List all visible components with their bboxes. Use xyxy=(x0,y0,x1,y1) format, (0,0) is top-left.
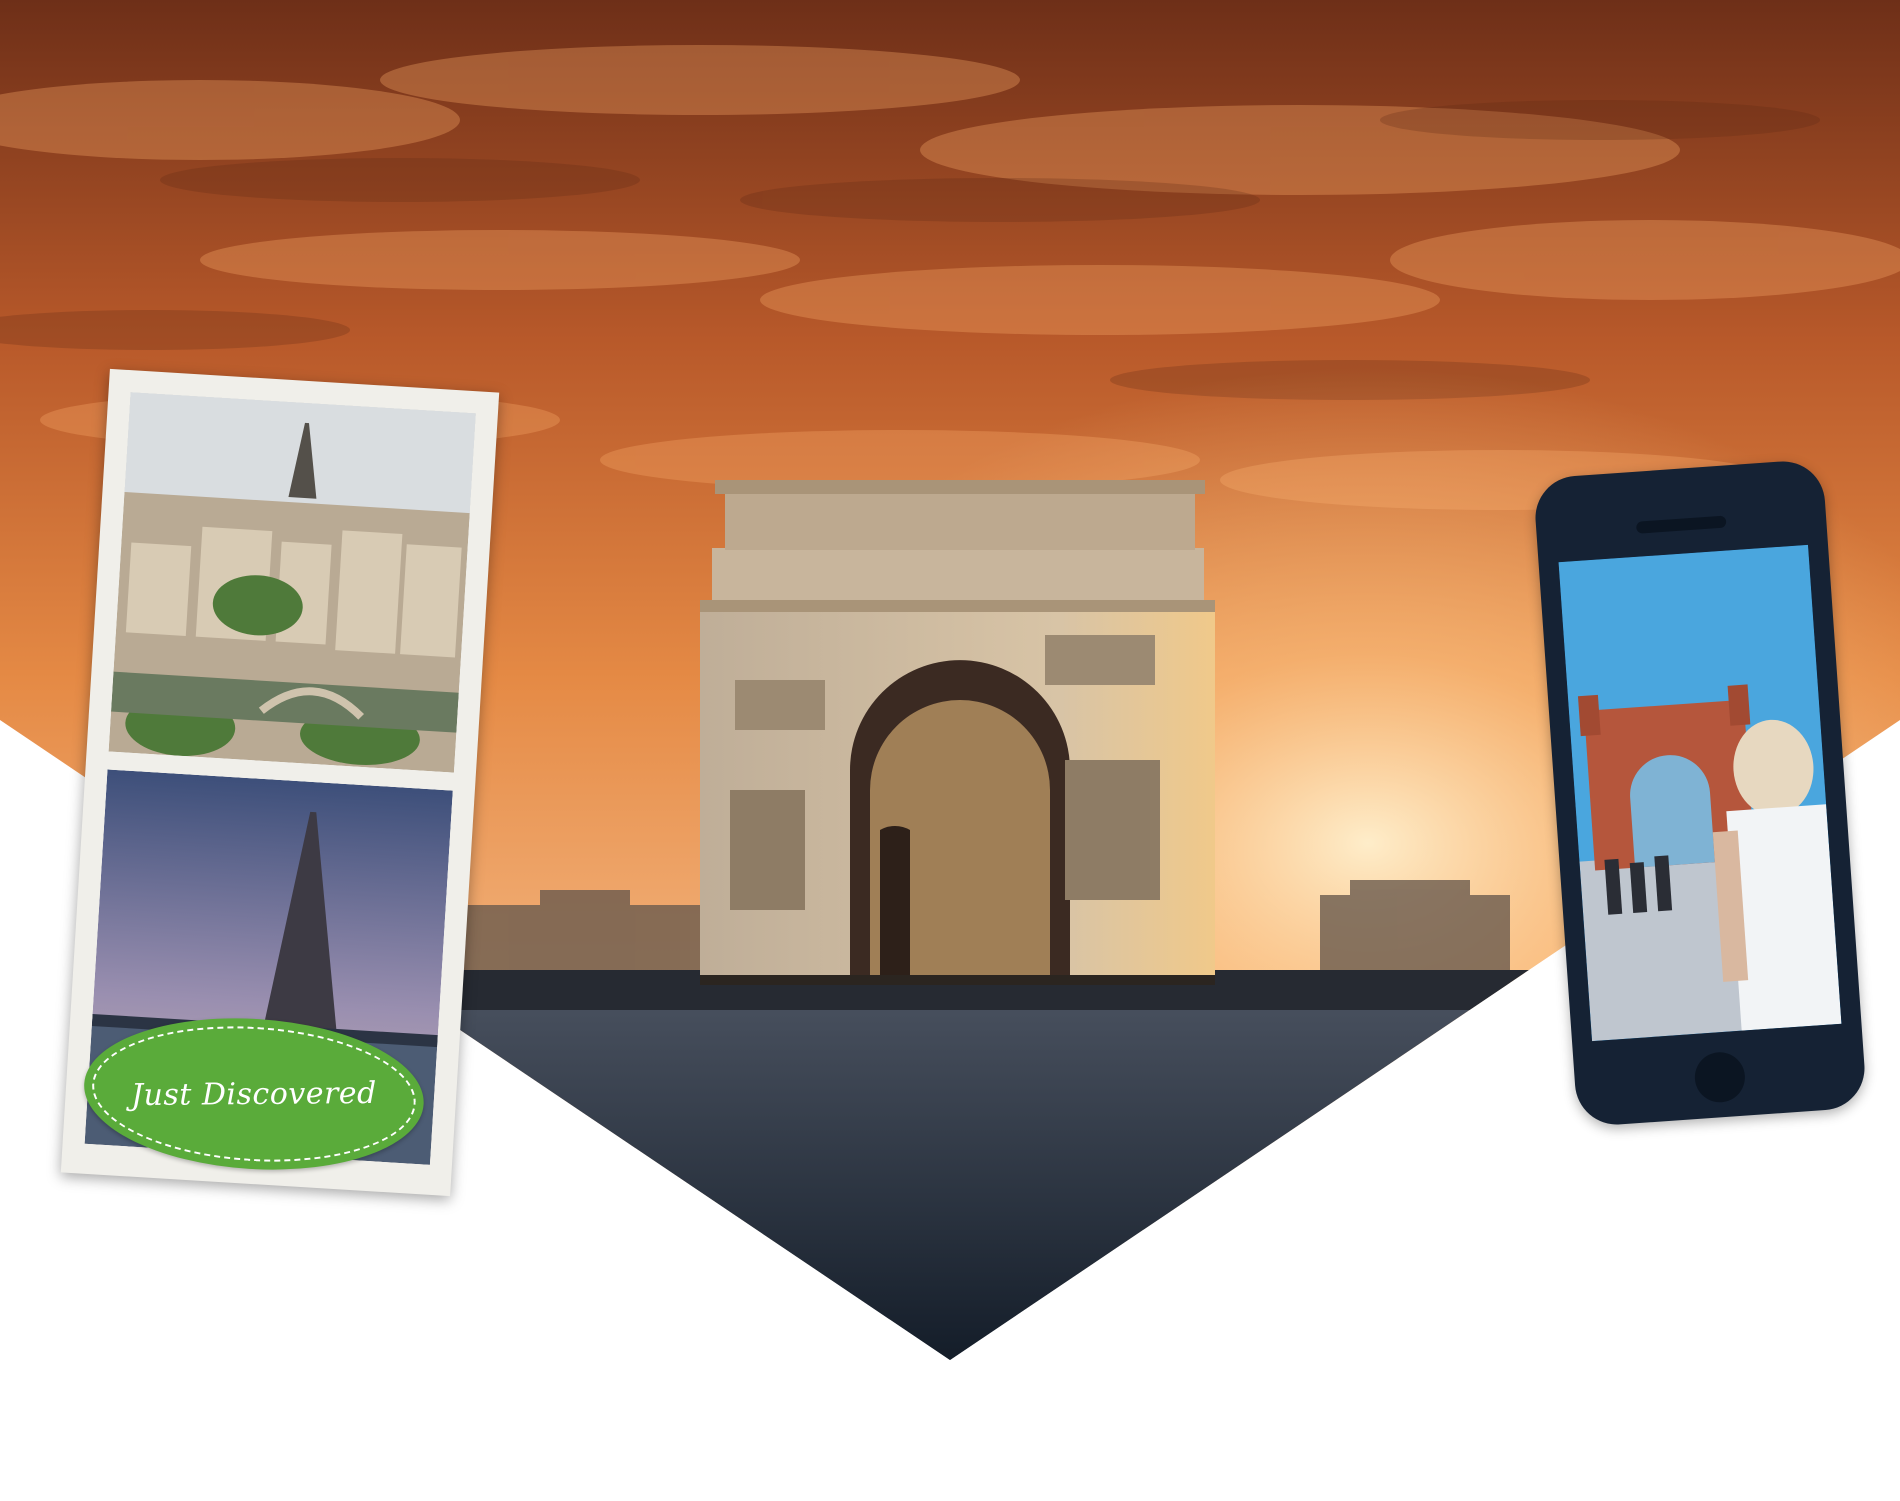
photo-strip: Just Discovered xyxy=(60,368,500,1197)
badge-label: Just Discovered xyxy=(130,1075,377,1113)
phone-speaker xyxy=(1635,515,1727,534)
just-discovered-badge: Just Discovered xyxy=(79,1008,429,1180)
home-button[interactable] xyxy=(1693,1050,1747,1104)
paris-cityscape-photo xyxy=(108,392,476,773)
smartphone xyxy=(1532,458,1868,1128)
phone-screen-photo xyxy=(1558,544,1842,1042)
arc-de-triomphe xyxy=(700,480,1215,985)
